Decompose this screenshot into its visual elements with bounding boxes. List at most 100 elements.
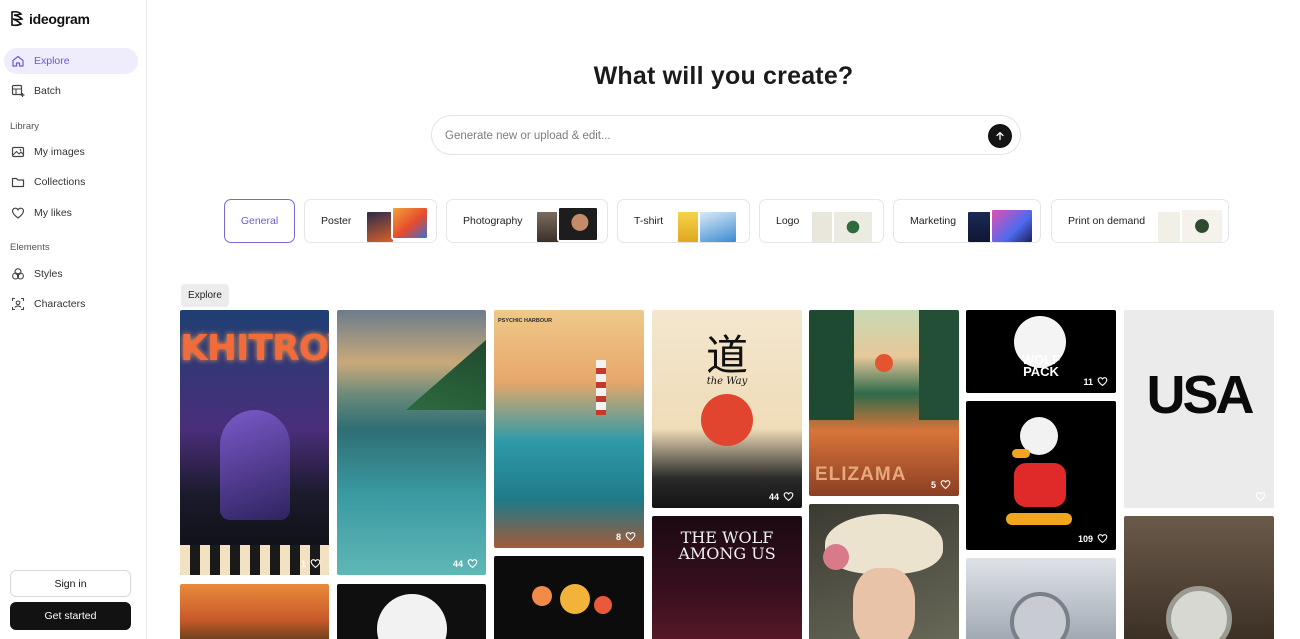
like-count[interactable]: 44 [453, 558, 478, 569]
get-started-button[interactable]: Get started [10, 602, 131, 630]
sign-in-button[interactable]: Sign in [10, 570, 131, 597]
gallery-card[interactable] [180, 584, 329, 639]
sidebar-item-collections[interactable]: Collections [4, 169, 138, 195]
page-title: What will you create? [593, 62, 854, 90]
ideogram-logo-icon [11, 10, 24, 27]
heart-icon [1097, 534, 1108, 544]
images-icon [11, 146, 25, 158]
tab-print-on-demand[interactable]: Print on demand [1051, 199, 1229, 243]
tab-general[interactable]: General [224, 199, 295, 243]
sidebar-item-styles[interactable]: Styles [4, 261, 138, 287]
prompt-bar [431, 115, 1021, 155]
gallery-card[interactable] [1124, 516, 1274, 639]
card-title: WOLF PACK [1021, 352, 1061, 379]
tab-label: Photography [463, 215, 523, 227]
gallery-card[interactable] [809, 504, 959, 639]
home-icon [12, 55, 24, 67]
sun [875, 354, 893, 372]
tab-label: Logo [776, 215, 800, 227]
like-count[interactable]: 5 [931, 479, 951, 490]
elements-heading: Elements [10, 242, 50, 253]
gallery-card[interactable]: ELIZAMA 5 [809, 310, 959, 496]
hooded-figure [220, 410, 290, 520]
tab-photography[interactable]: Photography [446, 199, 608, 243]
face [853, 568, 915, 639]
gallery-card[interactable] [337, 584, 486, 639]
flower-3 [594, 596, 612, 614]
logo-text: ideogram [29, 11, 90, 27]
tab-label: T-shirt [634, 215, 664, 227]
gallery-card[interactable] [494, 556, 644, 639]
red-sun [701, 394, 753, 446]
like-count[interactable]: 8 [616, 531, 636, 542]
sidebar-item-explore[interactable]: Explore [4, 48, 138, 74]
tab-label: Marketing [910, 215, 957, 227]
sidebar-item-label: Characters [34, 298, 86, 310]
duck-beak [1012, 449, 1030, 458]
duck-jacket [1014, 463, 1066, 507]
duck-feet [1006, 513, 1072, 525]
like-count[interactable] [1251, 491, 1266, 502]
heart-icon [310, 559, 321, 569]
marketing-thumb-2 [990, 208, 1034, 242]
watch [1166, 586, 1232, 639]
like-count[interactable]: 1 [301, 558, 321, 569]
flower-on-hat [823, 544, 849, 570]
gallery-card[interactable] [966, 558, 1116, 639]
heart-icon [783, 492, 794, 502]
batch-icon [11, 84, 25, 97]
gallery-card[interactable]: 44 [337, 310, 486, 575]
gallery-card[interactable]: THE WOLF AMONG US [652, 516, 802, 639]
tab-t-shirt[interactable]: T-shirt [617, 199, 750, 243]
characters-icon [11, 297, 25, 311]
tab-poster[interactable]: Poster [304, 199, 437, 243]
tab-marketing[interactable]: Marketing [893, 199, 1041, 243]
like-count[interactable]: 11 [1083, 376, 1108, 387]
flower-1 [532, 586, 552, 606]
gallery-card[interactable]: KHITROV 1 [180, 310, 329, 575]
tab-label: General [240, 215, 279, 227]
sidebar-item-my-images[interactable]: My images [4, 139, 138, 165]
card-title: USA [1146, 365, 1254, 425]
prompt-input[interactable] [445, 126, 965, 146]
logo[interactable]: ideogram [9, 10, 90, 28]
gallery-card[interactable]: 道 the Way 44 [652, 310, 802, 508]
like-count[interactable]: 109 [1078, 533, 1108, 544]
styles-icon [12, 268, 24, 280]
arrow-up-icon [996, 131, 1004, 141]
submit-button[interactable] [988, 124, 1012, 148]
flower-2 [560, 584, 590, 614]
like-count[interactable]: 44 [769, 491, 794, 502]
logo-thumb-2 [832, 210, 874, 242]
tree-right [919, 310, 959, 420]
watch [1010, 592, 1070, 639]
tree-left [809, 310, 854, 420]
moon-circle [377, 594, 447, 639]
tab-logo[interactable]: Logo [759, 199, 884, 243]
heart-icon [940, 480, 951, 490]
library-heading: Library [10, 121, 40, 132]
heart-icon [1255, 492, 1266, 502]
gallery-card[interactable]: PSYCHIC HARBOUR 8 [494, 310, 644, 548]
forest-hill [406, 340, 486, 410]
folder-icon [11, 177, 25, 188]
sidebar-item-label: Batch [34, 85, 61, 97]
sidebar-item-my-likes[interactable]: My likes [4, 200, 138, 226]
sidebar: ideogram Explore Batch Library My images… [0, 0, 147, 639]
card-title: KHITROV [180, 328, 329, 369]
gallery-card[interactable]: WOLF PACK 11 [966, 310, 1116, 393]
card-title: 道 [705, 331, 748, 380]
heart-icon [11, 207, 25, 219]
gallery-card[interactable]: 109 [966, 401, 1116, 550]
poster-thumb-2 [391, 206, 429, 240]
gallery-card[interactable]: USA [1124, 310, 1274, 508]
print-thumb-2 [1180, 208, 1224, 242]
tab-label: Print on demand [1068, 215, 1146, 227]
sidebar-item-label: Collections [34, 176, 86, 188]
sidebar-item-batch[interactable]: Batch [4, 78, 138, 104]
sidebar-item-label: Styles [34, 268, 63, 280]
card-title: PSYCHIC HARBOUR [498, 318, 553, 324]
sidebar-item-label: My likes [34, 207, 72, 219]
sidebar-item-characters[interactable]: Characters [4, 291, 138, 317]
heart-icon [625, 532, 636, 542]
